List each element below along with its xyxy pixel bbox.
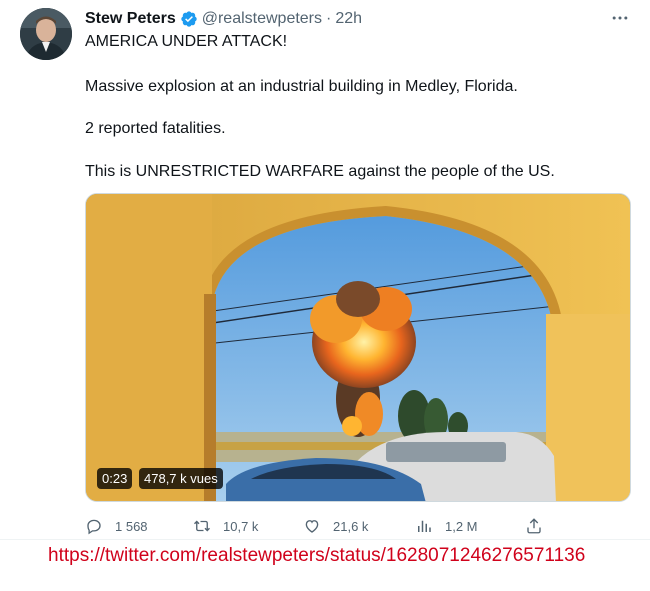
author-name[interactable]: Stew Peters	[85, 10, 176, 28]
tweet-text-line: Massive explosion at an industrial build…	[85, 78, 518, 95]
tweet-text-line: 2 reported fatalities.	[85, 120, 226, 137]
views-button[interactable]: 1,2 M	[415, 515, 478, 537]
video-views: 478,7 k vues	[144, 471, 218, 486]
more-icon	[612, 16, 628, 20]
retweet-count: 10,7 k	[223, 518, 259, 534]
more-options-button[interactable]	[608, 8, 632, 28]
tweet-text-line: AMERICA UNDER ATTACK!	[85, 33, 288, 50]
reply-icon	[87, 519, 101, 535]
avatar[interactable]	[20, 8, 72, 60]
tweet-text-line: This is UNRESTRICTED WARFARE against the…	[85, 163, 555, 180]
tweet-video[interactable]	[85, 193, 631, 502]
video-frame	[86, 194, 630, 501]
author-handle[interactable]: @realstewpeters	[202, 10, 322, 28]
timestamp[interactable]: 22h	[335, 10, 362, 28]
tweet-url-caption: https://twitter.com/realstewpeters/statu…	[48, 545, 586, 566]
like-count: 21,6 k	[333, 518, 369, 534]
tweet-header: Stew Peters @realstewpeters · 22h	[85, 9, 362, 29]
reply-count: 1 568	[115, 518, 148, 534]
retweet-button[interactable]: 10,7 k	[193, 515, 258, 537]
tweet-actions: 1 568 10,7 k 21,6 k 1,2 M	[85, 515, 550, 537]
like-button[interactable]: 21,6 k	[303, 515, 368, 537]
video-duration-badge: 0:23	[97, 468, 133, 489]
views-count: 1,2 M	[445, 518, 478, 534]
separator-dot: ·	[326, 10, 332, 27]
like-icon	[305, 520, 319, 533]
retweet-icon	[194, 520, 210, 532]
share-button[interactable]	[525, 515, 555, 537]
video-views-badge: 478,7 k vues	[139, 468, 223, 489]
verified-badge-icon	[181, 11, 197, 27]
video-duration: 0:23	[102, 471, 128, 486]
reply-button[interactable]: 1 568	[85, 515, 148, 537]
views-icon	[418, 520, 431, 532]
share-icon	[527, 518, 541, 534]
tweet-card[interactable]: Stew Peters @realstewpeters · 22h AMERIC…	[0, 0, 650, 540]
